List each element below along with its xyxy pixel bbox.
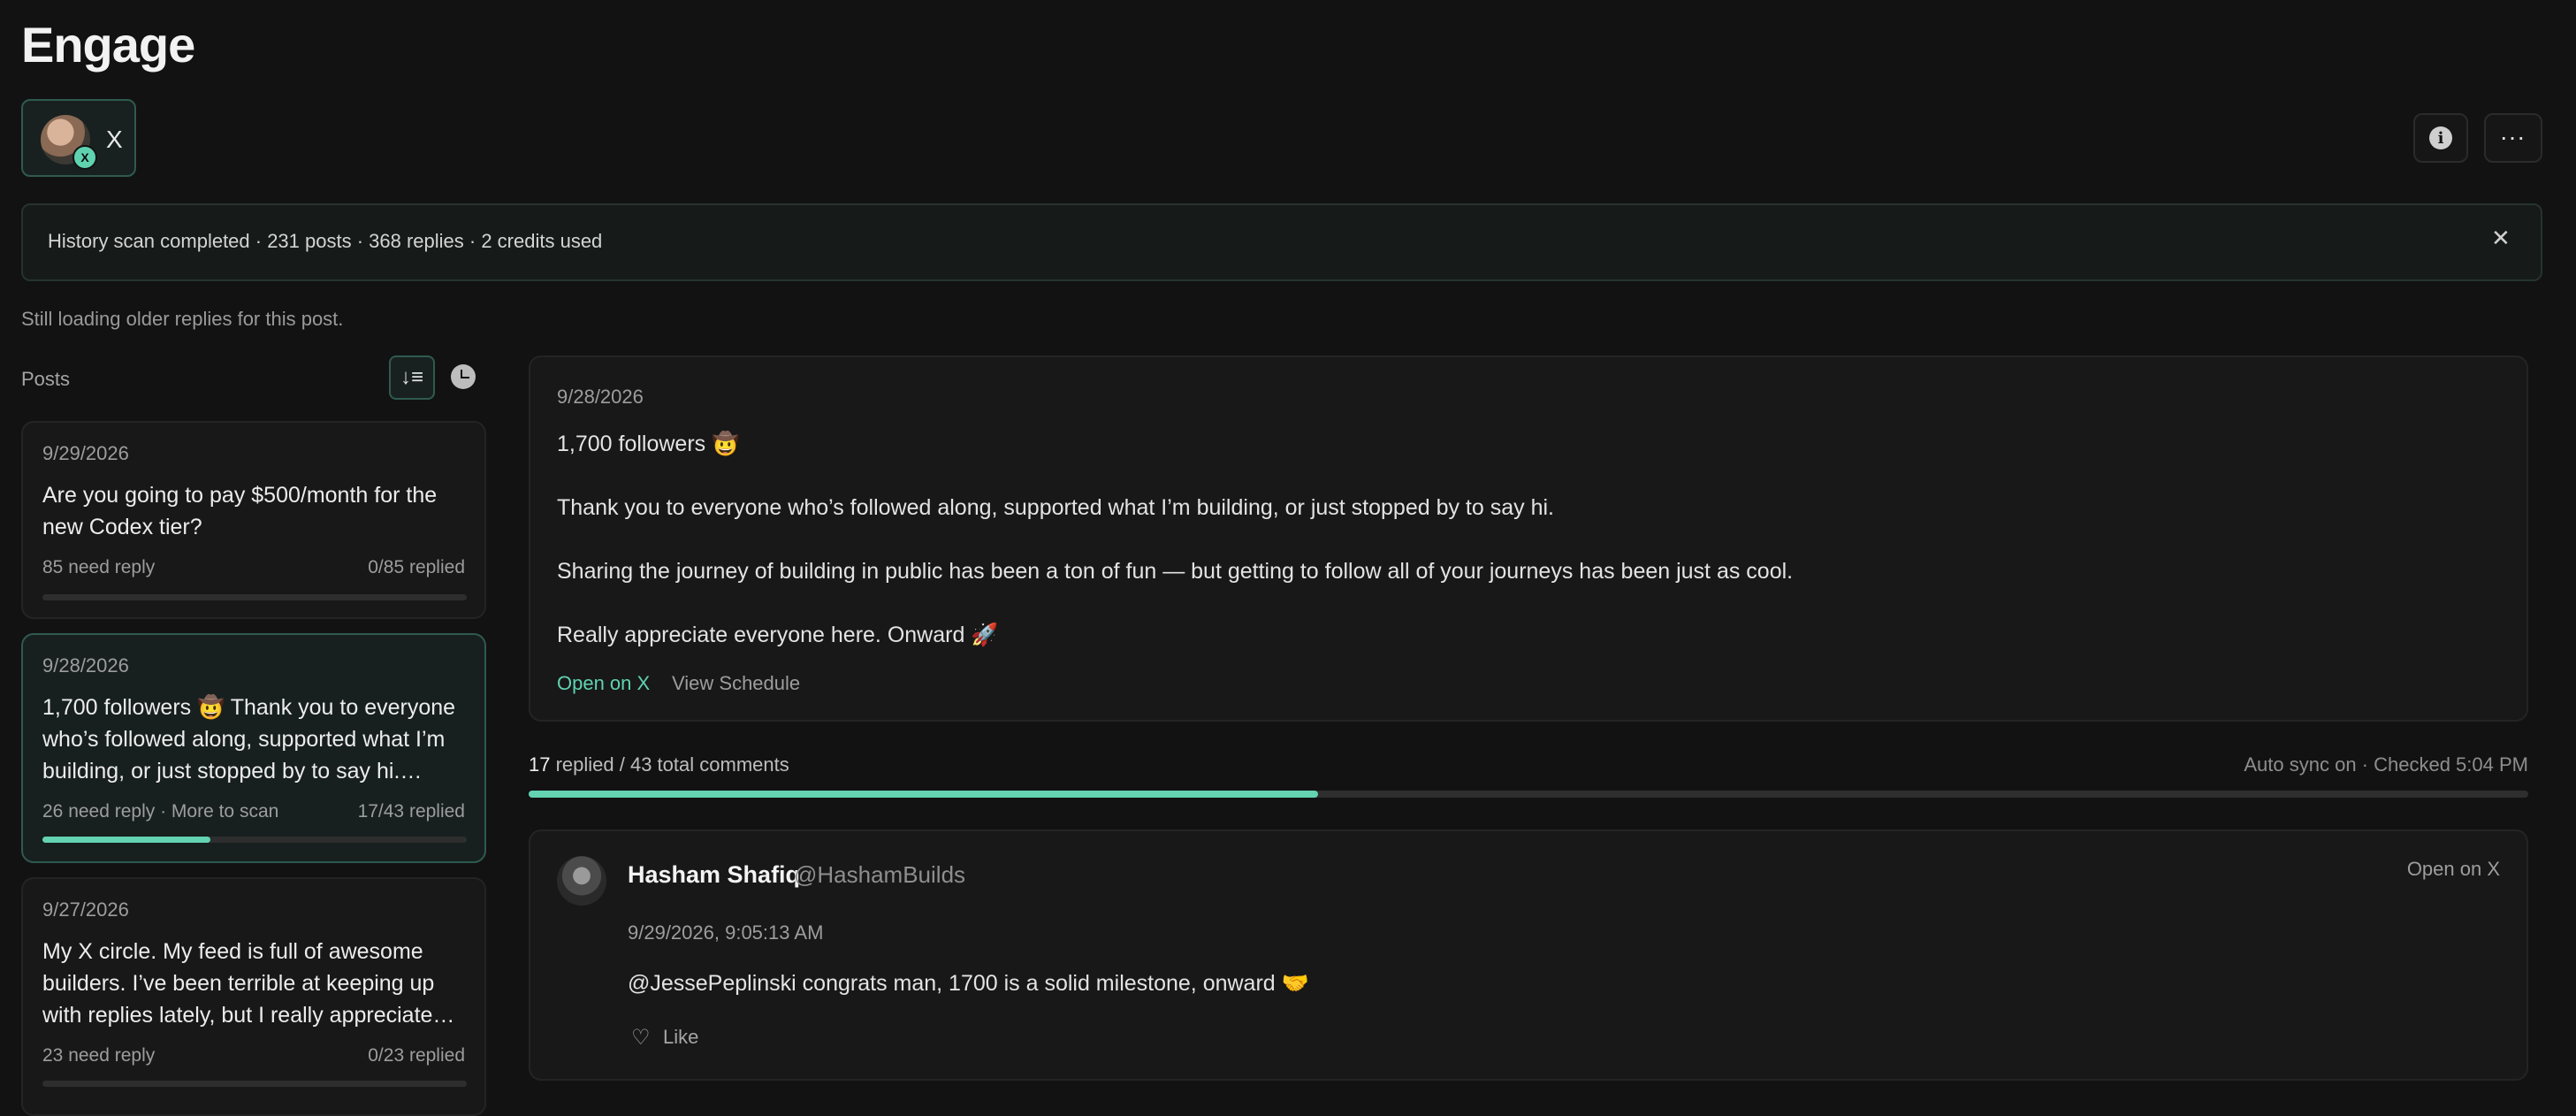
more-options-button[interactable]: ...	[2484, 113, 2542, 163]
post-card[interactable]: 9/27/2026 My X circle. My feed is full o…	[21, 877, 486, 1116]
more-icon: ...	[2500, 118, 2526, 145]
post-need-reply: 85 need reply	[42, 557, 156, 577]
clock-icon[interactable]	[451, 364, 476, 389]
sort-icon: ↓≡	[400, 365, 423, 389]
sync-status: Auto sync on · Checked 5:04 PM	[2244, 753, 2528, 776]
replied-count: 17	[529, 753, 551, 776]
banner-text: History scan completed · 231 posts · 368…	[48, 230, 603, 252]
info-icon: i	[2429, 126, 2452, 149]
open-on-x-link[interactable]: Open on X	[2407, 858, 2500, 881]
detail-paragraph: Thank you to everyone who’s followed alo…	[557, 495, 1554, 520]
reply-author-name: Hasham Shafiq	[628, 861, 801, 888]
scan-status-banner: History scan completed · 231 posts · 368…	[21, 203, 2542, 281]
posts-heading: Posts	[21, 368, 71, 390]
post-need-reply: 23 need reply	[42, 1045, 156, 1066]
loading-note: Still loading older replies for this pos…	[21, 308, 344, 330]
reply-progress-summary: 17 replied / 43 total comments	[529, 753, 789, 776]
summary-rest: replied / 43 total comments	[550, 753, 789, 776]
post-text: Are you going to pay $500/month for the …	[42, 483, 438, 539]
detail-paragraph: Really appreciate everyone here. Onward …	[557, 623, 999, 647]
post-progress-bar	[42, 837, 467, 843]
post-need-reply: 26 need reply · More to scan	[42, 801, 279, 822]
open-on-x-link[interactable]: Open on X	[557, 672, 650, 695]
account-chip-x[interactable]: X X	[21, 99, 136, 177]
avatar	[557, 856, 606, 906]
detail-paragraph: Sharing the journey of building in publi…	[557, 559, 1794, 584]
post-text: My X circle. My feed is full of awesome …	[42, 939, 435, 1028]
post-date: 9/27/2026	[42, 898, 129, 921]
info-button[interactable]: i	[2413, 113, 2468, 163]
post-replied-count: 0/23 replied	[368, 1045, 465, 1066]
close-icon[interactable]: ✕	[2491, 225, 2511, 252]
like-button[interactable]: Like	[663, 1026, 698, 1049]
post-date: 9/29/2026	[42, 442, 129, 464]
post-progress-bar	[42, 1081, 467, 1087]
view-schedule-link[interactable]: View Schedule	[672, 672, 800, 695]
heart-icon[interactable]: ♡	[631, 1025, 651, 1051]
x-badge-icon: X	[72, 145, 97, 170]
detail-date: 9/28/2026	[557, 386, 644, 408]
reply-card: Hasham Shafiq @HashamBuilds Open on X 9/…	[529, 829, 2528, 1081]
page-title: Engage	[21, 17, 195, 73]
sort-button[interactable]: ↓≡	[389, 355, 435, 400]
account-platform-label: X	[106, 126, 123, 153]
post-progress-bar	[42, 594, 467, 600]
post-detail-card: 9/28/2026 1,700 followers 🤠 Thank you to…	[529, 355, 2528, 722]
post-card-selected[interactable]: 9/28/2026 1,700 followers 🤠 Thank you to…	[21, 633, 486, 863]
post-text: 1,700 followers 🤠 Thank you to everyone …	[42, 695, 456, 783]
post-replied-count: 0/85 replied	[368, 557, 465, 577]
post-date: 9/28/2026	[42, 654, 129, 676]
reply-progress-bar	[529, 791, 2528, 798]
reply-timestamp: 9/29/2026, 9:05:13 AM	[628, 921, 824, 944]
reply-author-handle: @HashamBuilds	[794, 861, 966, 888]
reply-text: @JessePeplinski congrats man, 1700 is a …	[628, 971, 1309, 996]
post-card[interactable]: 9/29/2026 Are you going to pay $500/mont…	[21, 421, 486, 619]
detail-paragraph: 1,700 followers 🤠	[557, 432, 740, 456]
post-replied-count: 17/43 replied	[357, 801, 465, 822]
